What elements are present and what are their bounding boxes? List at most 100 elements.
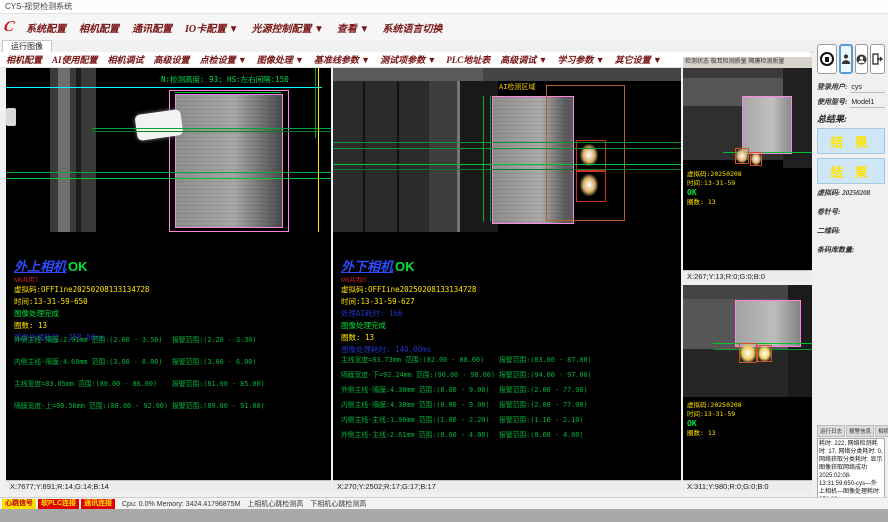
measurement-value: 隔膜宽度-上=90.56mm 范围:(88.00 - 92.00) (14, 400, 168, 410)
pixel-coords-small-1: X:267;Y:13;R:0;G:0;B:0 (683, 270, 812, 282)
cam-up-heartbeat: 上相机心跳检测高 (247, 499, 303, 509)
cycle-line: 圈数: 13 (14, 320, 327, 332)
camera-view-lower[interactable]: AI检测区域 外下相机OK M6共用/0 虚拟码:OFFIine20250208… (333, 68, 681, 492)
result-box-2: 结 果 (817, 158, 885, 184)
toolbar-item[interactable]: 高级调试 ▼ (500, 53, 547, 66)
overlay-line: 时间:13-31-59 (687, 410, 742, 419)
measurement-list-lower: 主线宽度=83.73mm 范围:(82.00 - 88.00) 报警范围:(83… (341, 354, 679, 444)
camera-image-lower[interactable]: AI检测区域 (333, 68, 681, 232)
measurement-row: 内侧主线-隔膜:4.60mm 范围:(3.00 - 6.00) 报警范围:(3.… (14, 356, 329, 378)
cell-block (742, 96, 792, 154)
measurement-row: 外侧主线-主线:2.61mm 范围:(0.60 - 4.00) 报警范围:(0.… (341, 429, 679, 444)
qr-code-label: 二维码: (817, 226, 885, 236)
virtual-code-label: 虚拟码: 20250208 (817, 188, 885, 198)
menu-item[interactable]: 系统语言切换 (382, 20, 442, 35)
baseline-cyan-line (6, 87, 322, 88)
pause-icon (820, 52, 834, 66)
cycle-line: 圈数: 13 (341, 332, 677, 344)
status-badge: 软PLC连接 (38, 499, 79, 509)
barcode-line: 虚拟码:OFFIine20250208133134728 (341, 284, 677, 296)
barcode-line: 虚拟码:OFFIine20250208133134728 (14, 284, 327, 296)
toolbar-item[interactable]: 相机配置 (6, 53, 42, 66)
window-title: CYS-视觉检测系统 (5, 2, 72, 11)
result-box-1-text: 结 果 (830, 132, 871, 151)
ok-status: OK (68, 259, 88, 274)
log-tab[interactable]: 报警信息 (846, 425, 874, 437)
measurement-alarm-range: 报警范围:(81.00 - 85.00) (172, 378, 265, 388)
small-view-1-overlay: 虚拟码:20250208 时间:13-31-59 OK 圈数: 13 (687, 170, 742, 207)
menu-item[interactable]: 系统配置 (26, 20, 66, 35)
tab-highlight-blob (757, 345, 772, 362)
measurement-alarm-range: 报警范围:(83.00 - 87.00) (499, 354, 592, 364)
small-camera-view-2[interactable]: 虚拟码:20250208 时间:13-31-59 OK 圈数: 13 X:311… (683, 285, 812, 492)
bottom-strip (0, 509, 888, 522)
toolbar-item[interactable]: 学习参数 ▼ (557, 53, 604, 66)
measurement-alarm-range: 报警范围:(2.00 - 77.00) (499, 399, 588, 409)
model-label: 使用型号: (817, 97, 847, 107)
menu-item[interactable]: IO卡配置 ▼ (185, 20, 239, 35)
machine-seam (363, 81, 365, 232)
small-camera-image-2[interactable] (683, 285, 812, 397)
measurement-alarm-range: 报警范围:(94.00 - 97.00) (499, 369, 592, 379)
cell-top-line-green (175, 92, 281, 93)
model-row: 使用型号: Model1 (817, 97, 885, 108)
measure-line-green (333, 142, 681, 143)
exit-button[interactable] (870, 44, 885, 74)
measurement-row: 主线宽度=83.05mm 范围:(80.00 - 86.00) 报警范围:(81… (14, 378, 329, 400)
result-box-1: 结 果 (817, 128, 885, 154)
small-camera-image-1[interactable] (683, 68, 812, 168)
toolbar-item[interactable]: 高级设置 (154, 53, 190, 66)
menu-item[interactable]: 光源控制配置 ▼ (252, 20, 324, 35)
measurement-row: 隔膜宽度-上=90.56mm 范围:(88.00 - 92.00) 报警范围:(… (14, 400, 329, 422)
overlay-line: 圈数: 13 (687, 429, 742, 438)
menu-item[interactable]: 通讯配置 (132, 20, 172, 35)
menu-bar: C 系统配置相机配置通讯配置IO卡配置 ▼光源控制配置 ▼查看 ▼系统语言切换 (0, 14, 888, 40)
toolbar-item[interactable]: 基准线参数 ▼ (314, 53, 370, 66)
needle-number-label: 卷针号: (817, 207, 885, 217)
camera-title: 外下相机 (341, 256, 393, 275)
overlay-line: 虚拟码:20250208 (687, 401, 742, 410)
toolbar-item[interactable]: 图像处理 ▼ (257, 53, 304, 66)
ai-region-label: AI检测区域 (499, 82, 535, 92)
operator-button[interactable] (855, 44, 868, 74)
pixel-coords-small-2: X:311;Y:980;R:0;G:0;B:0 (683, 480, 812, 492)
machine-column-shadow (76, 68, 81, 232)
measurement-row: 外侧主线-隔膜:2.91mm 范围:(2.00 - 3.50) 报警范围:(2.… (14, 334, 329, 356)
log-area: 运行日志报警信息相机信息 耗时: 222, 网络检测耗时: 17, 网络分类耗时… (817, 425, 885, 500)
camera-view-upper[interactable]: N:检测高度: 93; HS:左右间隔:150 外上相机OK M6共用T 虚拟码… (6, 68, 331, 492)
toolbar-item[interactable]: 相机调试 (108, 53, 144, 66)
toolbar-item[interactable]: 其它设置 ▼ (615, 53, 662, 66)
menu-item[interactable]: 查看 ▼ (337, 20, 369, 35)
sub-label: M6共用/0 (341, 275, 677, 284)
measurement-row: 隔膜宽度-下=92.24mm 范围:(90.00 - 98.00) 报警范围:(… (341, 369, 679, 384)
login-user-button[interactable] (839, 44, 853, 74)
machine-column (50, 68, 96, 232)
small-camera-view-1[interactable]: 虚拟码:20250208 时间:13-31-59 OK 圈数: 13 X:267… (683, 68, 812, 282)
measurement-value: 主线宽度=83.05mm 范围:(80.00 - 86.00) (14, 378, 157, 388)
measurement-list-upper: 外侧主线-隔膜:2.91mm 范围:(2.00 - 3.50) 报警范围:(2.… (14, 334, 329, 422)
measurement-value: 内侧主线-隔膜:4.38mm 范围:(0.00 - 9.00) (341, 399, 490, 409)
log-tab[interactable]: 运行日志 (817, 425, 845, 437)
measure-line-green (92, 131, 331, 132)
cell-block (735, 300, 801, 347)
menu-item[interactable]: 相机配置 (79, 20, 119, 35)
pixel-coords-upper: X:7677;Y:891;R:14;G:14;B:14 (6, 480, 331, 492)
edge-line-green (490, 96, 491, 222)
toolbar-item[interactable]: AI使用配置 (52, 53, 98, 66)
measurement-alarm-range: 报警范围:(2.00 - 77.00) (499, 384, 588, 394)
done-line: 图像处理完成 (341, 320, 677, 332)
camera-image-upper[interactable]: N:检测高度: 93; HS:左右间隔:150 (6, 68, 331, 232)
measurement-row: 内侧主线-隔膜:4.38mm 范围:(0.00 - 9.00) 报警范围:(2.… (341, 399, 679, 414)
pause-button[interactable] (817, 44, 837, 74)
toolbar-item[interactable]: PLC地址表 (446, 53, 490, 66)
login-user-label: 登录用户: (817, 82, 847, 92)
log-text[interactable]: 耗时: 222, 网络检测耗时: 17, 网络分类耗时: 0, 网络获取分类耗时… (817, 438, 885, 500)
toolbar-item[interactable]: 点检设置 ▼ (200, 53, 247, 66)
status-badge: 心跳信号 (2, 499, 36, 509)
measurement-alarm-range: 报警范围:(0.60 - 4.00) (499, 429, 583, 439)
toolbar-item[interactable]: 测试项参数 ▼ (380, 53, 436, 66)
measure-line-green (6, 172, 331, 173)
control-panel: 登录用户: cys 使用型号: Model1 总结果: 结 果 结 果 虚拟码:… (814, 40, 888, 497)
small-views-header: 检测状态 极耳检测质量 隔膜检测质量 (683, 57, 812, 68)
log-tab[interactable]: 相机信息 (875, 425, 888, 437)
